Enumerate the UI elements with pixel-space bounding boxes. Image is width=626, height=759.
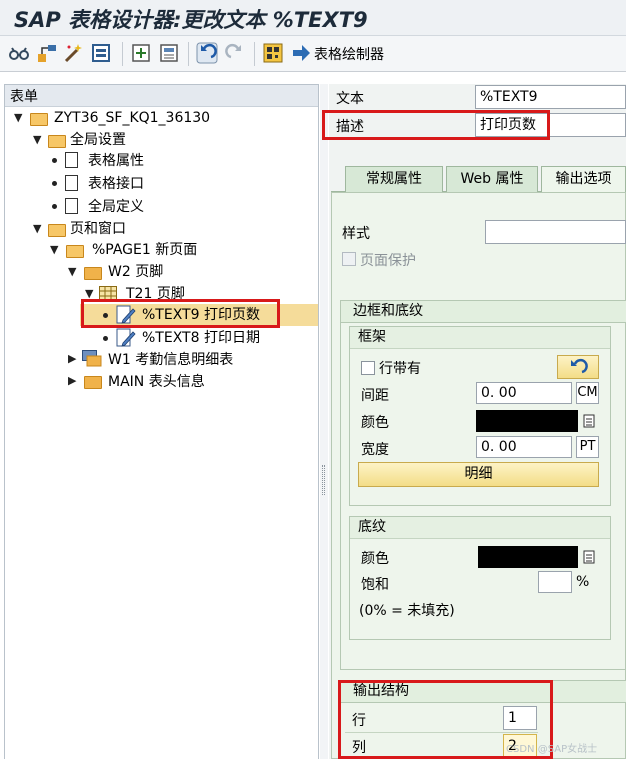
annotation-highlight-box	[81, 299, 280, 328]
tree-node-page1[interactable]: %PAGE1 新页面	[92, 240, 197, 260]
tree-node-w1-attendance[interactable]: W1 考勤信息明细表	[108, 350, 233, 370]
tree-node-pages-windows[interactable]: 页和窗口	[70, 219, 126, 239]
spacing-label: 间距	[361, 388, 389, 404]
shading-color-label: 颜色	[361, 551, 389, 567]
with-line-checkbox[interactable]	[361, 361, 375, 375]
folder-open-icon	[48, 135, 66, 148]
page-protect-label: 页面保护	[360, 253, 416, 269]
text-name-field[interactable]: %TEXT9	[475, 85, 626, 109]
tree-node-main-header[interactable]: MAIN 表头信息	[108, 372, 205, 392]
magic-wand-icon[interactable]	[62, 42, 84, 64]
document-icon	[65, 198, 78, 214]
tree-node-global-definitions[interactable]: 全局定义	[88, 197, 144, 217]
splitter-grip-icon[interactable]	[322, 465, 325, 495]
shading-group-title: 底纹	[350, 517, 610, 539]
tree-header-label: 表单	[10, 89, 38, 105]
expand-toggle-icon[interactable]: ▶	[68, 352, 76, 365]
spacing-field[interactable]: 0. 00	[476, 382, 572, 404]
leaf-bullet-icon	[52, 204, 57, 209]
shading-color-field[interactable]	[478, 546, 578, 568]
form-print-icon[interactable]	[90, 42, 112, 64]
page-protect-checkbox[interactable]	[342, 252, 356, 266]
main-window-icon	[82, 350, 102, 367]
style-label: 样式	[342, 226, 370, 242]
spacing-unit-field[interactable]: CM	[576, 382, 599, 404]
folder-open-icon	[30, 113, 48, 126]
watermark: CSDN @SAP女战士	[506, 744, 598, 755]
glasses-icon[interactable]	[8, 42, 30, 64]
undo-icon[interactable]	[196, 42, 218, 64]
width-field[interactable]: 0. 00	[476, 436, 572, 458]
shading-note: (0% = 未填充)	[359, 603, 455, 619]
tab-web-attributes[interactable]: Web 属性	[446, 166, 538, 192]
expand-toggle-icon[interactable]: ▼	[33, 133, 41, 146]
arrow-right-icon[interactable]	[290, 42, 312, 64]
frame-color-label: 颜色	[361, 415, 389, 431]
toolbar-separator	[122, 42, 123, 66]
text-name-label: 文本	[336, 91, 364, 107]
tree-header	[5, 85, 318, 107]
tree-node-global-settings[interactable]: 全局设置	[70, 130, 126, 150]
form-painter-button[interactable]: 表格绘制器	[314, 44, 384, 64]
window-icon[interactable]	[158, 42, 180, 64]
width-unit-field[interactable]: PT	[576, 436, 599, 458]
leaf-bullet-icon	[52, 181, 57, 186]
value-help-icon[interactable]	[582, 549, 596, 565]
tree-node-form-interface[interactable]: 表格接口	[88, 174, 144, 194]
frame-group-title: 框架	[350, 327, 610, 349]
redo-icon[interactable]	[224, 42, 246, 64]
text-node-icon	[116, 328, 136, 347]
expand-toggle-icon[interactable]: ▶	[68, 374, 76, 387]
document-icon	[65, 175, 78, 191]
leaf-bullet-icon	[52, 158, 57, 163]
leaf-bullet-icon	[103, 336, 108, 341]
form-tree-pane	[4, 84, 319, 759]
with-line-label: 行带有	[379, 361, 421, 377]
tree-node-text8[interactable]: %TEXT8 打印日期	[142, 328, 260, 348]
window-node-icon	[84, 267, 102, 280]
saturation-field[interactable]	[538, 571, 572, 593]
expand-toggle-icon[interactable]: ▼	[33, 222, 41, 235]
style-field[interactable]	[485, 220, 626, 244]
width-label: 宽度	[361, 442, 389, 458]
toolbar-separator	[254, 42, 255, 66]
expand-toggle-icon[interactable]: ▼	[50, 243, 58, 256]
saturation-unit-label: %	[576, 574, 590, 590]
restore-frame-button[interactable]	[557, 355, 599, 379]
insert-node-icon[interactable]	[130, 42, 152, 64]
tab-output-options[interactable]: 输出选项	[541, 166, 626, 192]
tab-general-attributes[interactable]: 常规属性	[345, 166, 443, 192]
tree-node-form-attributes[interactable]: 表格属性	[88, 151, 144, 171]
expand-toggle-icon[interactable]: ▼	[68, 265, 76, 278]
value-help-icon[interactable]	[582, 413, 596, 429]
folder-open-icon	[66, 245, 84, 258]
pane-splitter[interactable]	[320, 84, 328, 759]
window-node-icon	[84, 376, 102, 389]
frame-color-field[interactable]	[476, 410, 578, 432]
border-shading-title: 边框和底纹	[341, 301, 626, 323]
tree-node-form[interactable]: ZYT36_SF_KQ1_36130	[54, 108, 210, 128]
undo-icon	[571, 358, 588, 374]
folder-open-icon	[48, 224, 66, 237]
toolbar-separator	[188, 42, 189, 66]
saturation-label: 饱和	[361, 577, 389, 593]
details-button[interactable]: 明细	[358, 462, 599, 487]
expand-toggle-icon[interactable]: ▼	[14, 111, 22, 124]
qr-icon[interactable]	[262, 42, 284, 64]
tree-node-w2-footer[interactable]: W2 页脚	[108, 262, 163, 282]
hierarchy-icon[interactable]	[36, 42, 58, 64]
window-title: SAP 表格设计器:更改文本 %TEXT9	[14, 8, 368, 32]
document-icon	[65, 152, 78, 168]
annotation-highlight-box	[322, 110, 550, 140]
